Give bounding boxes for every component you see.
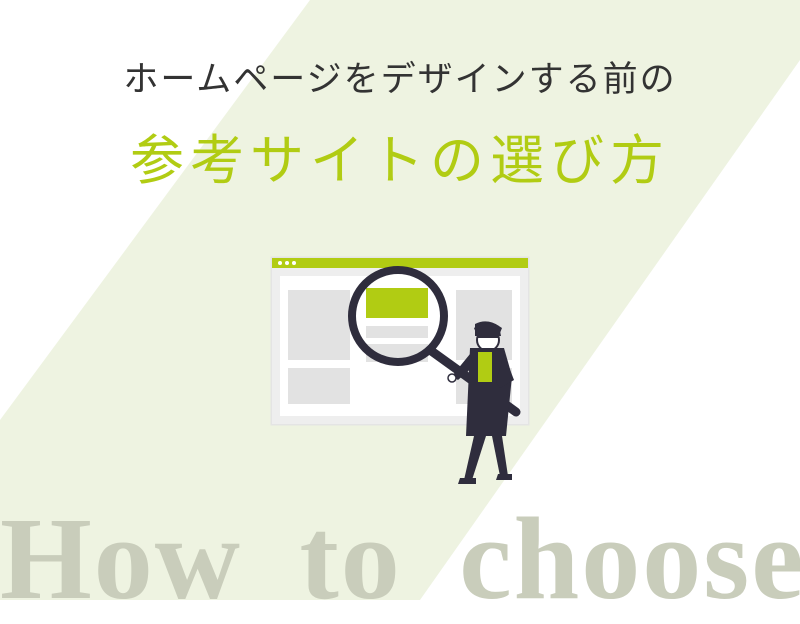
page-subtitle: ホームページをデザインする前の: [123, 60, 677, 100]
search-website-illustration-icon: [270, 256, 530, 484]
english-caption: How to choose: [0, 493, 800, 624]
page-title: 参考サイトの選び方: [130, 129, 670, 192]
